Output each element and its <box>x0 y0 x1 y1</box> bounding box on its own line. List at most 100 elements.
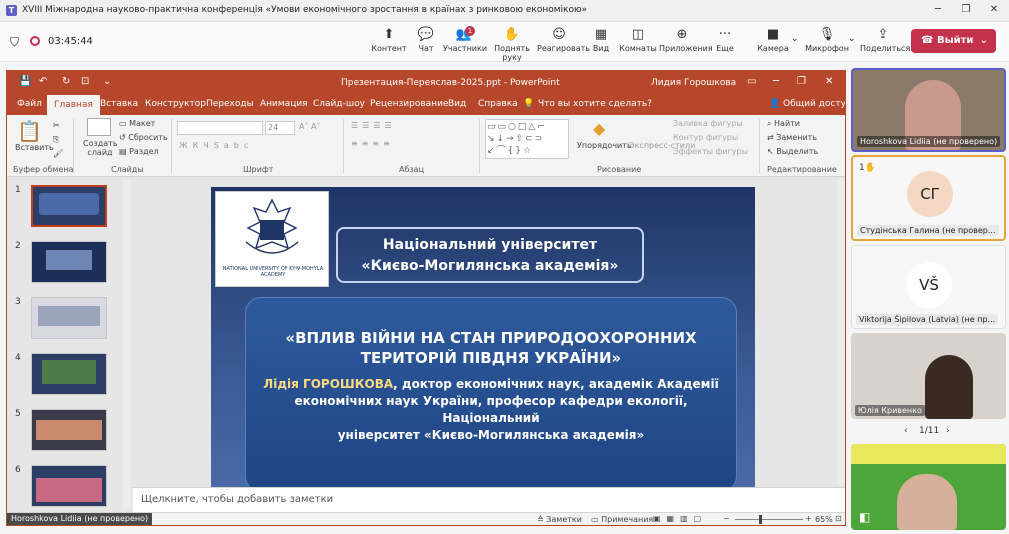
ppt-restore-button[interactable]: ❐ <box>797 76 806 87</box>
tab-home[interactable]: Главная <box>47 95 100 115</box>
ribbon-divider <box>759 119 760 173</box>
tab-help[interactable]: Справка <box>478 99 518 109</box>
section-button[interactable]: ▤ Раздел <box>119 147 159 156</box>
zoom-out-button[interactable]: − <box>723 514 730 523</box>
view-icon: ▦ <box>594 27 608 42</box>
zoom-slider-thumb[interactable] <box>759 515 762 524</box>
tab-view[interactable]: Вид <box>448 99 466 109</box>
maximize-button[interactable]: ❐ <box>958 3 974 17</box>
participant-tile[interactable]: 1✋ СГ Студінська Галина (не провер... <box>851 155 1006 241</box>
font-group-label: Шрифт <box>243 165 274 174</box>
ppt-minimize-button[interactable]: ─ <box>773 76 779 87</box>
rooms-button[interactable]: ◫ Комнаты <box>617 26 659 53</box>
tab-animation[interactable]: Анимация <box>260 99 308 109</box>
mic-button[interactable]: 🎙 Микрофон <box>804 26 850 53</box>
minimize-button[interactable]: ─ <box>930 3 946 17</box>
replace-button[interactable]: ⇄ Заменить <box>767 133 817 142</box>
slide-thumbnail[interactable] <box>31 465 107 507</box>
current-slide[interactable]: NATIONAL UNIVERSITY OF KYIV-MOHYLA ACADE… <box>211 187 755 492</box>
gallery-prev-icon[interactable]: ‹ <box>904 426 908 436</box>
notes-pane[interactable]: Щелкните, чтобы добавить заметки <box>133 487 845 511</box>
paste-icon[interactable]: 📋 <box>17 119 42 143</box>
redo-icon[interactable]: ↻ <box>62 76 70 87</box>
react-button[interactable]: ☺ Реагировать <box>537 26 590 53</box>
tab-slideshow[interactable]: Слайд-шоу <box>313 99 365 109</box>
undo-icon[interactable]: ↶ <box>39 76 47 87</box>
font-size-box[interactable]: 24 <box>265 121 295 135</box>
mic-chevron-icon[interactable]: ⌄ <box>848 34 856 44</box>
fit-slide-icon[interactable]: ⊡ <box>835 514 842 523</box>
tab-insert[interactable]: Вставка <box>100 99 138 109</box>
zoom-in-button[interactable]: + <box>805 514 812 523</box>
comments-status-button[interactable]: ▭ Примечания <box>591 515 653 524</box>
participant-tile[interactable]: Юлія Кривенко <box>851 333 1006 419</box>
shape-outline-button[interactable]: Контур фигуры <box>673 133 738 142</box>
zoom-level[interactable]: 65% <box>815 515 833 524</box>
font-format-icons[interactable]: ЖКЧSabc <box>179 141 253 150</box>
font-name-box[interactable] <box>177 121 263 135</box>
view-buttons[interactable]: ▣▦▥▢ <box>653 514 707 523</box>
editor-scrollbar[interactable] <box>837 179 845 485</box>
camera-button[interactable]: ■ Камера <box>752 26 794 53</box>
shapes-gallery[interactable]: ▭▭○□△⌐ ↘↓→⇧⊂⊃ ↙⌒{}☆ <box>485 119 569 159</box>
phone-icon: ☎ <box>921 35 934 46</box>
apps-button[interactable]: ⊕ Приложения <box>659 26 713 53</box>
more-button[interactable]: ··· Еще <box>704 26 746 53</box>
arrange-icon[interactable]: ◆ <box>593 119 605 138</box>
customize-toolbar-icon[interactable]: ⌄ <box>103 76 111 87</box>
tell-me-box[interactable]: Что вы хотите сделать? <box>538 99 652 109</box>
grow-font-icon[interactable]: A˄ A˅ <box>299 122 321 131</box>
shape-fill-button[interactable]: Заливка фигуры <box>673 119 743 128</box>
chat-button[interactable]: 💬 Чат <box>405 26 447 53</box>
arrange-button[interactable]: Упорядочить <box>577 141 632 150</box>
participant-tile[interactable]: VŠ Viktorija Šipilova (Latvia) (не пр... <box>851 245 1006 329</box>
logo-text: NATIONAL UNIVERSITY OF KYIV-MOHYLA ACADE… <box>222 266 324 278</box>
slide-thumbnail[interactable] <box>31 241 107 283</box>
tab-design[interactable]: Конструктор <box>145 99 206 109</box>
reset-button[interactable]: ↺ Сбросить <box>119 133 168 142</box>
share-button[interactable]: ⇪ Поделиться <box>860 26 910 53</box>
new-slide-button[interactable]: Создать слайд <box>83 139 118 157</box>
tab-transitions[interactable]: Переходы <box>206 99 254 109</box>
slide-thumbnail[interactable] <box>31 353 107 395</box>
leave-button[interactable]: ☎ Выйти ⌄ <box>911 29 996 53</box>
save-icon[interactable]: 💾 <box>19 76 31 87</box>
university-name-box: Національний університет «Києво-Могилянс… <box>336 227 644 283</box>
slide-thumbnail[interactable] <box>31 297 107 339</box>
find-button[interactable]: ⌕ Найти <box>767 119 800 129</box>
tab-review[interactable]: Рецензирование <box>370 99 448 109</box>
recording-icon <box>30 36 40 46</box>
format-painter-icon[interactable]: 🖌 <box>53 149 63 158</box>
shield-icon: ⛉ <box>10 35 20 49</box>
new-slide-icon[interactable] <box>87 118 111 136</box>
call-toolbar: ⛉ 03:45:44 ⬆ Контент 💬 Чат 👥 Участники 1 ✋ По… <box>0 22 1009 62</box>
copy-icon[interactable]: ⎘ <box>53 135 59 145</box>
select-button[interactable]: ↖ Выделить <box>767 147 818 156</box>
close-button[interactable]: ✕ <box>986 3 1002 17</box>
self-view-tile[interactable]: ◧ <box>851 444 1006 530</box>
camera-chevron-icon[interactable]: ⌄ <box>791 34 799 44</box>
participant-tile[interactable]: Horoshkova Lidiia (не проверено) <box>851 68 1006 152</box>
share-access-button[interactable]: Общий доступ <box>783 99 845 109</box>
ribbon-divider <box>171 119 172 173</box>
ppt-close-button[interactable]: ✕ <box>825 76 833 87</box>
slide-thumbnail[interactable] <box>31 185 107 227</box>
shape-effects-button[interactable]: Эффекты фигуры <box>673 147 748 156</box>
content-button[interactable]: ⬆ Контент <box>368 26 410 53</box>
thumbs-scrollbar[interactable] <box>123 179 131 509</box>
list-icons[interactable]: ☰☰☰☰ <box>351 121 396 130</box>
paste-label[interactable]: Вставить <box>15 143 54 152</box>
ribbon-display-icon[interactable]: ▭ <box>747 76 756 87</box>
gallery-next-icon[interactable]: › <box>946 426 950 436</box>
view-button[interactable]: ▦ Вид <box>580 26 622 53</box>
cut-icon[interactable]: ✂ <box>53 121 60 130</box>
tab-file[interactable]: Файл <box>17 99 42 109</box>
zoom-slider[interactable] <box>735 519 803 520</box>
notes-status-button[interactable]: ≙ Заметки <box>537 515 582 524</box>
slideshow-icon[interactable]: ⊡ <box>81 76 89 87</box>
raise-hand-button[interactable]: ✋ Поднять руку <box>488 26 536 62</box>
slide-thumbnail[interactable] <box>31 409 107 451</box>
participants-button[interactable]: 👥 Участники 1 <box>443 26 487 53</box>
align-icons[interactable]: ≡≡≡≡ <box>351 139 394 148</box>
layout-button[interactable]: ▭ Макет <box>119 119 155 128</box>
